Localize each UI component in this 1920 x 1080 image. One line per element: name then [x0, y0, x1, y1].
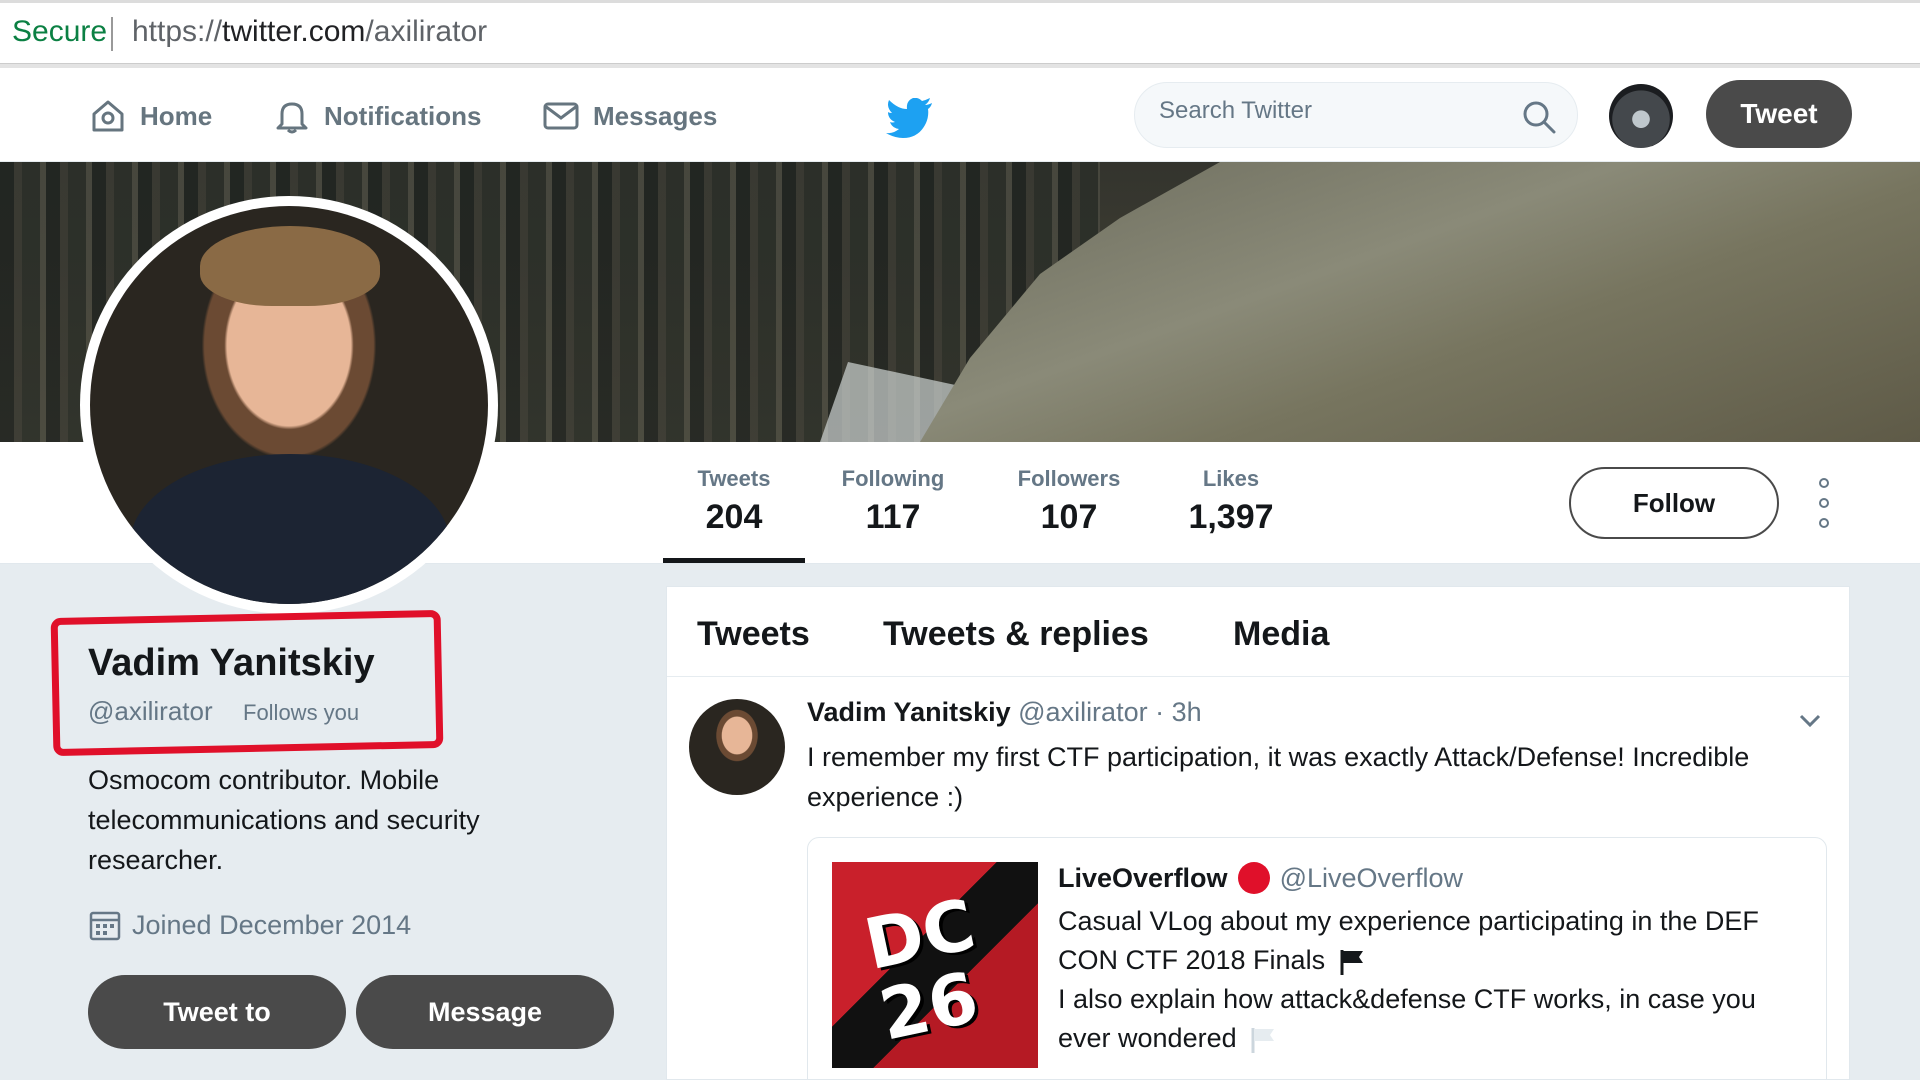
tweet-header: Vadim Yanitskiy @axilirator · 3h	[807, 697, 1202, 728]
nav-notifications-label: Notifications	[324, 100, 482, 131]
nav-home[interactable]: Home	[88, 94, 212, 138]
stat-tweets-label: Tweets	[697, 466, 771, 491]
nav-messages-label: Messages	[593, 100, 718, 131]
flag-icon	[1251, 1027, 1275, 1053]
stat-likes-value: 1,397	[1188, 498, 1274, 536]
quoted-author-handle[interactable]: @LiveOverflow	[1280, 863, 1463, 894]
more-vertical-icon[interactable]	[1814, 478, 1834, 528]
tab-tweets[interactable]: Tweets	[697, 615, 810, 654]
account-avatar[interactable]	[1609, 84, 1673, 148]
nav-notifications[interactable]: Notifications	[272, 94, 481, 138]
stat-tweets[interactable]: Tweets 204	[686, 466, 782, 537]
stat-following[interactable]: Following 117	[832, 466, 954, 537]
stat-tweets-value: 204	[705, 498, 763, 536]
stat-following-label: Following	[841, 466, 945, 491]
follow-button[interactable]: Follow	[1569, 467, 1779, 539]
joined-text: Joined December 2014	[132, 909, 412, 940]
tweet-time[interactable]: · 3h	[1155, 697, 1202, 727]
active-stat-underline	[663, 558, 805, 563]
chevron-down-icon[interactable]	[1795, 705, 1825, 735]
joined-date: Joined December 2014	[88, 908, 411, 942]
profile-name[interactable]: Vadim Yanitskiy	[88, 642, 375, 685]
quoted-tweet[interactable]: DC 26 LiveOverflow @LiveOverflow Casual …	[807, 837, 1827, 1079]
profile-avatar[interactable]	[80, 196, 498, 614]
tweet-to-button[interactable]: Tweet to	[88, 975, 346, 1049]
timeline: Tweets Tweets & replies Media Vadim Yani…	[666, 586, 1850, 1080]
url-prefix: https://	[132, 15, 223, 48]
message-button[interactable]: Message	[356, 975, 614, 1049]
home-icon	[92, 100, 124, 132]
top-nav: Home Notifications Messages Tweet	[0, 68, 1920, 162]
quoted-tweet-thumbnail[interactable]: DC 26	[832, 862, 1038, 1068]
red-circle-emoji-icon	[1237, 862, 1270, 894]
envelope-icon	[543, 102, 579, 130]
nav-messages[interactable]: Messages	[541, 94, 717, 138]
search-icon[interactable]	[1521, 99, 1557, 135]
tweet-author-name[interactable]: Vadim Yanitskiy	[807, 697, 1011, 727]
profile-handle[interactable]: @axilirator	[88, 696, 213, 727]
quoted-author-name[interactable]: LiveOverflow	[1058, 863, 1228, 894]
thumbnail-text: DC 26	[857, 883, 986, 1057]
timeline-tabs: Tweets Tweets & replies Media	[667, 587, 1849, 677]
flag-icon	[1340, 949, 1363, 975]
tab-media[interactable]: Media	[1233, 615, 1329, 654]
stat-likes[interactable]: Likes 1,397	[1180, 466, 1282, 537]
nav-home-label: Home	[140, 100, 213, 131]
stat-followers-value: 107	[1040, 498, 1098, 536]
address-separator	[111, 17, 113, 51]
quoted-line-1: Casual VLog about my experience particip…	[1058, 906, 1759, 975]
tweet-author-avatar[interactable]	[689, 699, 785, 795]
url-text[interactable]: https://twitter.com/axilirator	[132, 15, 487, 49]
quoted-tweet-text: Casual VLog about my experience particip…	[1058, 902, 1808, 1058]
search-input[interactable]	[1159, 97, 1519, 125]
tweet-author-handle[interactable]: @axilirator	[1018, 697, 1147, 727]
tab-tweets-replies[interactable]: Tweets & replies	[883, 615, 1149, 654]
url-host: twitter.com	[222, 15, 366, 48]
photo-hair	[200, 226, 380, 306]
compose-tweet-button[interactable]: Tweet	[1706, 80, 1852, 148]
stat-followers[interactable]: Followers 107	[1006, 466, 1132, 537]
stat-followers-label: Followers	[1017, 466, 1121, 491]
quoted-tweet-header: LiveOverflow @LiveOverflow	[1058, 862, 1463, 894]
search-box[interactable]	[1134, 82, 1578, 148]
url-path: /axilirator	[365, 15, 488, 48]
profile-photo	[90, 206, 488, 604]
bell-icon	[276, 102, 308, 134]
twitter-bird-icon[interactable]	[886, 98, 934, 138]
stat-likes-label: Likes	[1202, 466, 1260, 491]
profile-bio: Osmocom contributor. Mobile telecommunic…	[88, 765, 480, 875]
browser-address-bar[interactable]: Secure https://twitter.com/axilirator	[0, 0, 1920, 64]
secure-label: Secure	[12, 15, 108, 48]
follows-you-badge: Follows you	[243, 700, 360, 725]
stat-following-value: 117	[865, 498, 921, 536]
calendar-icon	[89, 911, 121, 941]
photo-hoodie	[130, 454, 450, 604]
tweet-text: I remember my first CTF participation, i…	[807, 742, 1750, 812]
quoted-line-2: I also explain how attack&defense CTF wo…	[1058, 984, 1756, 1053]
